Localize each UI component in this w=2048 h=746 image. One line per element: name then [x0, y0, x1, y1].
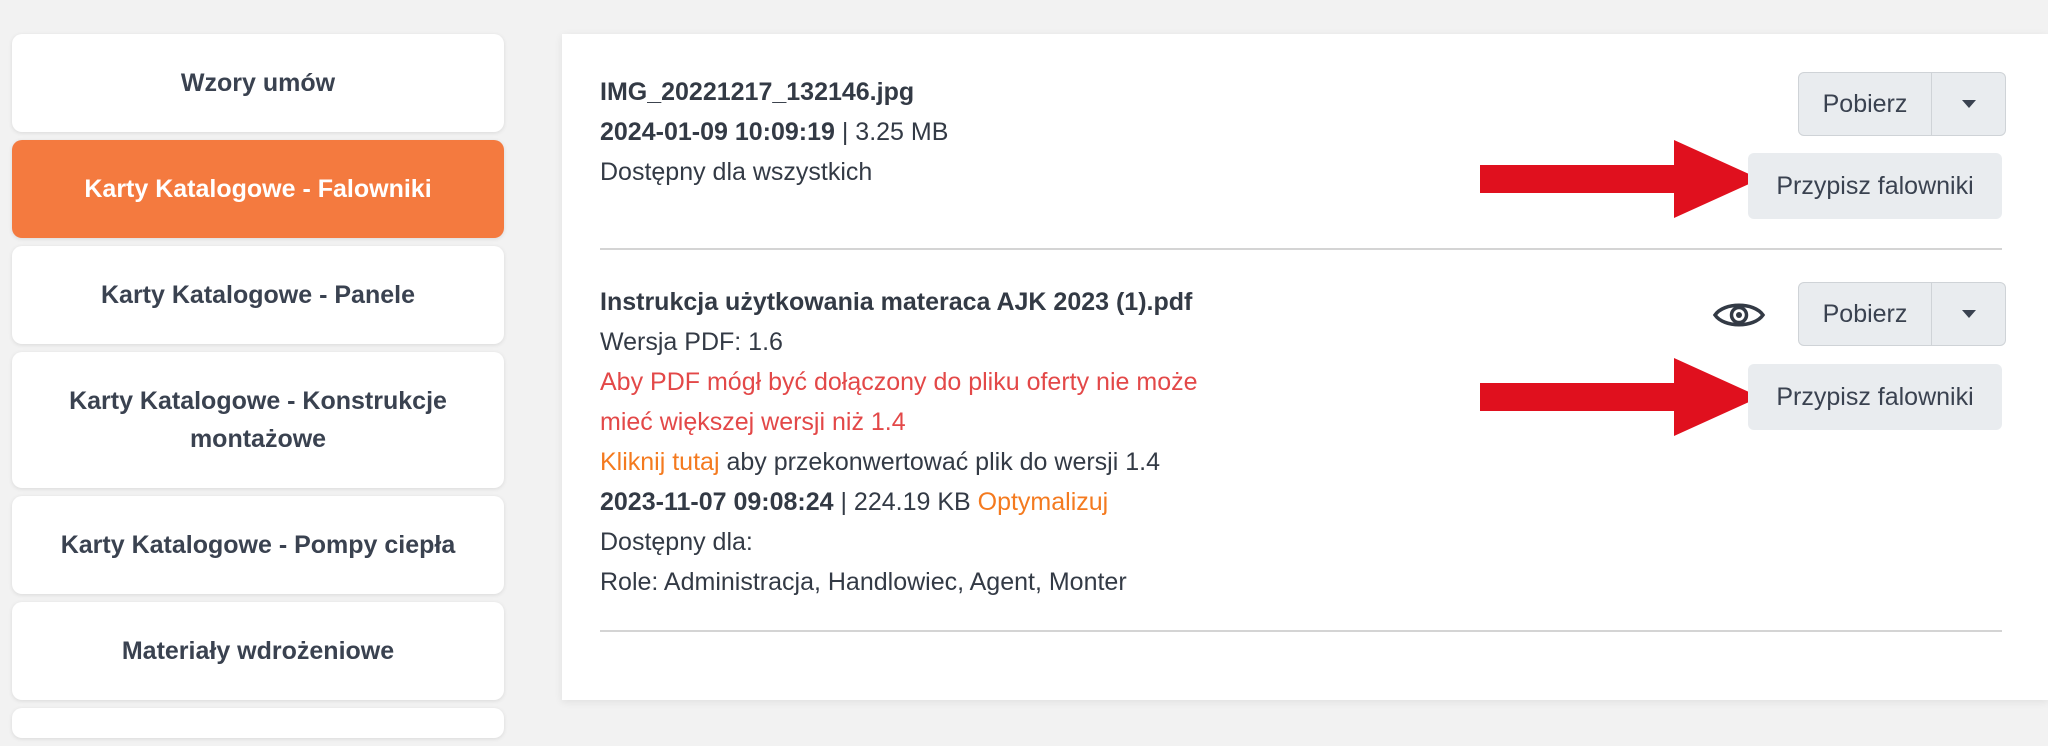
convert-text: aby przekonwertować plik do wersji 1.4 — [719, 448, 1160, 476]
file-name: Instrukcja użytkowania materaca AJK 2023… — [600, 288, 1193, 316]
download-button[interactable]: Pobierz — [1798, 282, 1932, 346]
download-dropdown-toggle[interactable] — [1932, 72, 2006, 136]
download-button-group: Pobierz — [1798, 72, 2006, 136]
file-size: | 224.19 KB — [833, 488, 978, 516]
download-button[interactable]: Pobierz — [1798, 72, 1932, 136]
sidebar-item-panele[interactable]: Karty Katalogowe - Panele — [12, 246, 504, 344]
sidebar-item-falowniki[interactable]: Karty Katalogowe - Falowniki — [12, 140, 504, 238]
file-meta: 2023-11-07 09:08:24 | 224.19 KB Optymali… — [600, 482, 2002, 522]
divider — [600, 630, 2002, 632]
convert-link[interactable]: Kliknij tutaj — [600, 448, 720, 476]
assign-inverters-button[interactable]: Przypisz falowniki — [1748, 364, 2002, 430]
file-entry: Instrukcja użytkowania materaca AJK 2023… — [600, 282, 2002, 602]
file-date: 2024-01-09 10:09:19 — [600, 118, 835, 146]
sidebar-item-konstrukcje[interactable]: Karty Katalogowe - Konstrukcje montażowe — [12, 352, 504, 488]
convert-line: Kliknij tutaj aby przekonwertować plik d… — [600, 442, 2002, 482]
download-button-group: Pobierz — [1798, 282, 2006, 346]
file-availability: Dostępny dla: — [600, 528, 753, 556]
file-size: | 3.25 MB — [834, 118, 949, 146]
caret-down-icon — [1961, 310, 1976, 318]
sidebar-item-materialy[interactable]: Materiały wdrożeniowe — [12, 602, 504, 700]
optimize-link[interactable]: Optymalizuj — [978, 488, 1109, 516]
sidebar-item-next[interactable] — [12, 708, 504, 738]
arrow-right-icon — [1480, 358, 1760, 436]
sidebar: Wzory umów Karty Katalogowe - Falowniki … — [12, 34, 504, 746]
arrow-right-icon — [1480, 140, 1760, 218]
file-name: IMG_20221217_132146.jpg — [600, 78, 915, 106]
divider — [600, 248, 2002, 250]
caret-down-icon — [1961, 100, 1976, 108]
sidebar-item-pompy-ciepla[interactable]: Karty Katalogowe - Pompy ciepła — [12, 496, 504, 594]
pdf-version: Wersja PDF: 1.6 — [600, 328, 783, 356]
file-list-panel: IMG_20221217_132146.jpg 2024-01-09 10:09… — [562, 34, 2048, 700]
sidebar-item-wzory-umow[interactable]: Wzory umów — [12, 34, 504, 132]
download-dropdown-toggle[interactable] — [1932, 282, 2006, 346]
file-date: 2023-11-07 09:08:24 — [600, 488, 834, 516]
file-roles: Role: Administracja, Handlowiec, Agent, … — [600, 568, 1127, 596]
assign-inverters-button[interactable]: Przypisz falowniki — [1748, 153, 2002, 219]
file-meta: 2024-01-09 10:09:19 | 3.25 MB — [600, 112, 2002, 152]
eye-icon[interactable] — [1712, 298, 1766, 332]
